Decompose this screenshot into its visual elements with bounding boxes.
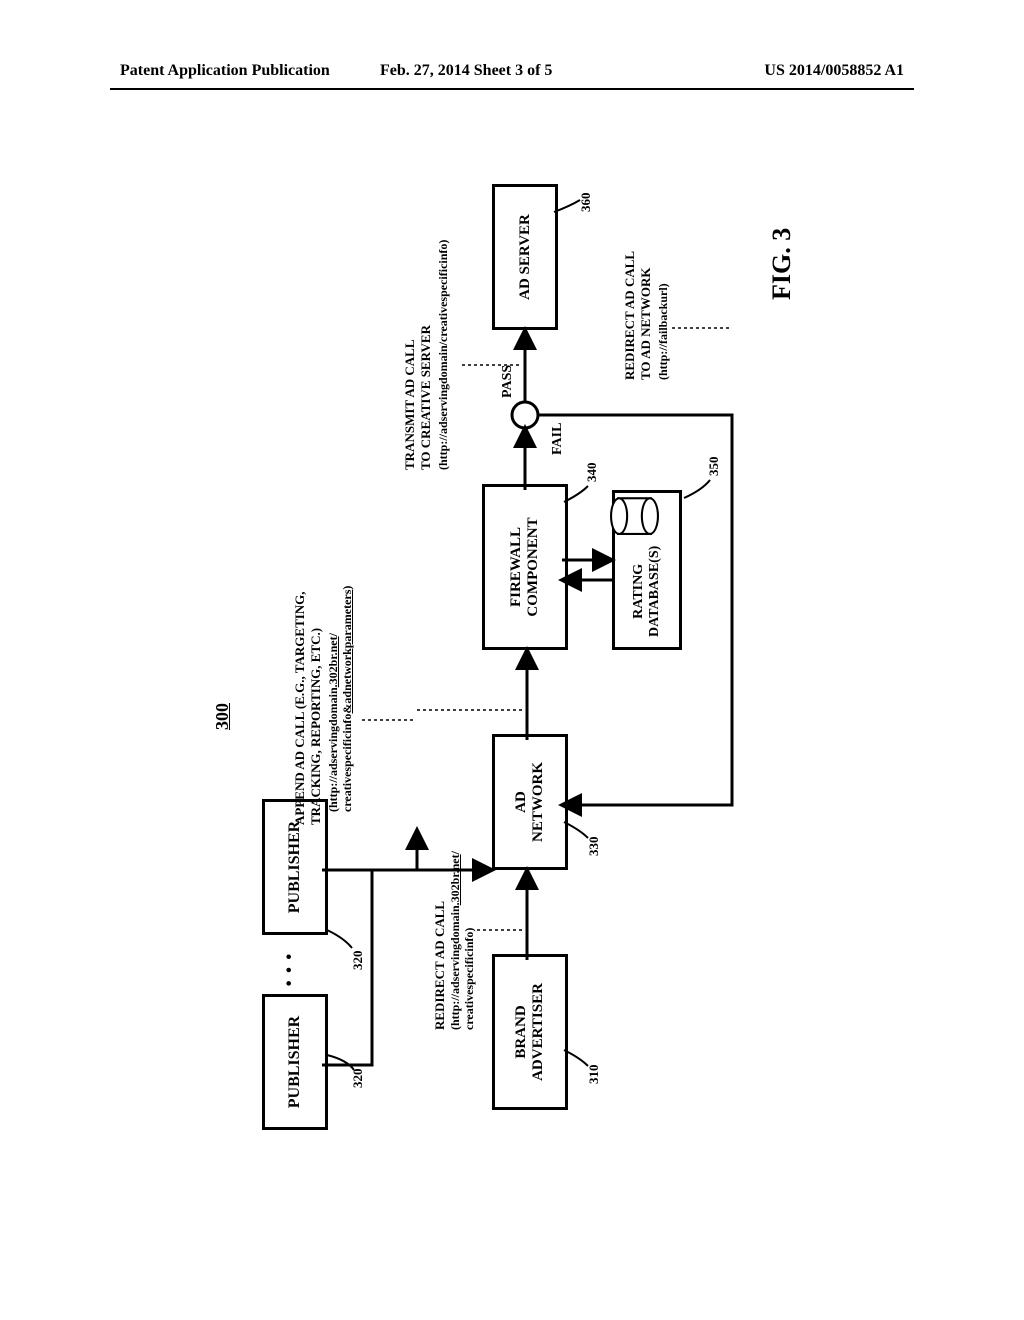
- redirect-fail-url: (http://failbackurl): [656, 160, 670, 380]
- ref-320-right: 320: [350, 951, 366, 971]
- ref-330: 330: [586, 837, 602, 857]
- pub-type: Patent Application Publication: [120, 62, 330, 80]
- ref-360: 360: [578, 193, 594, 213]
- ref-350: 350: [706, 457, 722, 477]
- page: Patent Application Publication Feb. 27, …: [0, 0, 1024, 1320]
- append-ad-call-url2: creativespecificinfo&adnetworkparameters…: [340, 472, 354, 812]
- append-ad-call-title: APPEND AD CALL (E.G., TARGETING, TRACKIN…: [292, 515, 323, 825]
- ref-340: 340: [584, 463, 600, 483]
- connectors-layer: [192, 170, 832, 1170]
- figure-stage: 300 PUBLISHER ··· PUBLISHER BRAND ADVERT…: [192, 170, 832, 1170]
- fail-label: FAIL: [550, 423, 567, 455]
- redirect-to-network-url2: creativespecificinfo): [462, 790, 476, 1030]
- ref-320-left: 320: [350, 1069, 366, 1089]
- pub-number: US 2014/0058852 A1: [764, 62, 904, 80]
- transmit-title: TRANSMIT AD CALL TO CREATIVE SERVER: [402, 170, 433, 470]
- transmit-url: (http://adservingdomain/creativespecific…: [436, 150, 450, 470]
- redirect-to-network-title: REDIRECT AD CALL: [432, 830, 448, 1030]
- ref-310: 310: [586, 1065, 602, 1085]
- redirect-to-network-url1: (http://adservingdomain.302br.net/: [448, 790, 462, 1030]
- sheet-info: Feb. 27, 2014 Sheet 3 of 5: [380, 62, 552, 80]
- append-ad-call-url1: (http://adservingdomain.302br.net/: [326, 492, 340, 812]
- header-rule: [110, 88, 914, 90]
- redirect-fail-title: REDIRECT AD CALL TO AD NETWORK: [622, 160, 653, 380]
- figure-caption: FIG. 3: [767, 228, 797, 300]
- figure-rotated-container: 300 PUBLISHER ··· PUBLISHER BRAND ADVERT…: [192, 170, 832, 1170]
- pass-label: PASS: [500, 365, 517, 398]
